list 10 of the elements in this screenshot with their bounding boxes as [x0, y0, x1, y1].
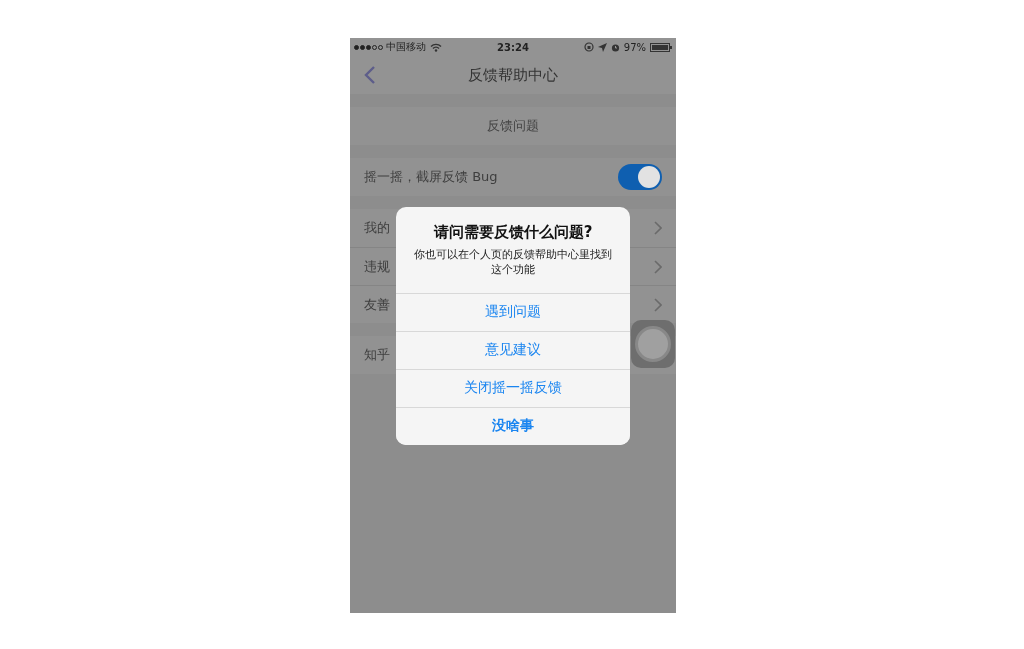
carrier-name: 中国移动 — [386, 40, 426, 54]
row-label: 友善 — [364, 295, 390, 314]
row-label: 违规 — [364, 257, 390, 276]
nav-title: 反馈帮助中心 — [468, 65, 558, 85]
row-label: 反馈问题 — [487, 117, 539, 135]
dialog-message: 你也可以在个人页的反馈帮助中心里找到这个功能 — [413, 248, 613, 278]
battery-percent: 97% — [623, 41, 646, 53]
row-label: 我的 — [364, 219, 390, 237]
dialog-title: 请问需要反馈什么问题? — [432, 223, 594, 242]
status-time: 23:24 — [496, 41, 530, 53]
